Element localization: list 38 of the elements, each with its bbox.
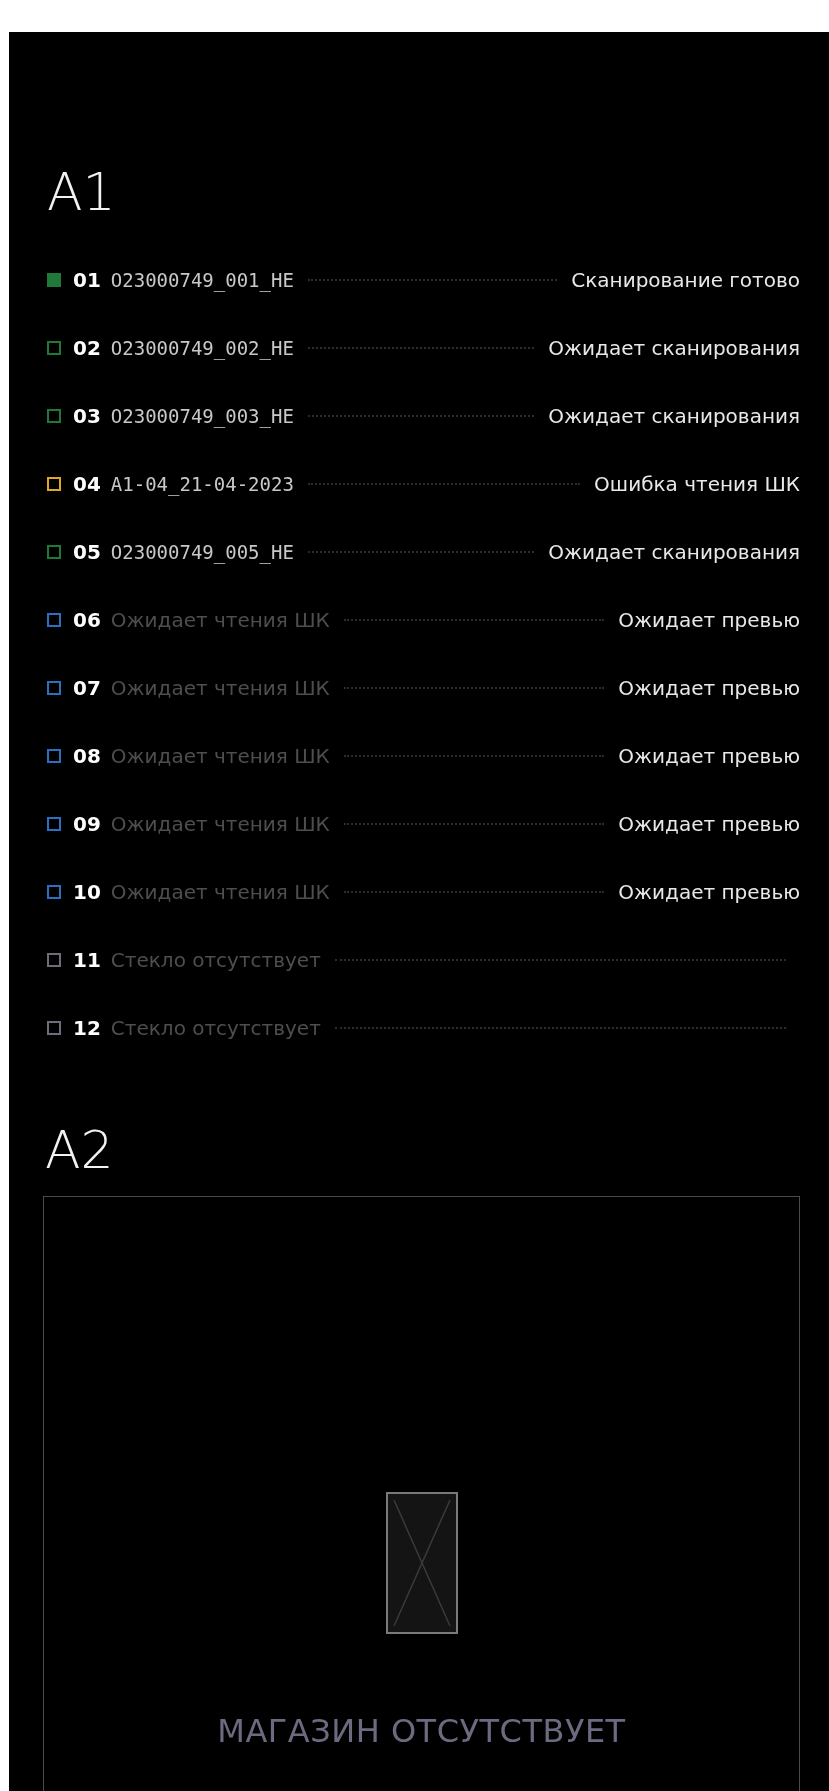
slot-message: Ожидает чтения ШК [110, 812, 330, 836]
section-title: A2 [45, 1124, 115, 1176]
slot-code: A1-04_21-04-2023 [110, 473, 294, 495]
empty-message: МАГАЗИН ОТСУТСТВУЕТ [217, 1712, 626, 1750]
slot-number: 08 [73, 744, 101, 768]
slot-number: 03 [73, 404, 101, 428]
slot-number: 10 [73, 880, 101, 904]
slot-number: 01 [73, 268, 101, 292]
slot-status: Ожидает сканирования [548, 540, 800, 564]
slot-code: O23000749_005_HE [110, 541, 294, 563]
slot-number: 05 [73, 540, 101, 564]
section-title: A1 [47, 161, 117, 218]
slot-code: O23000749_002_HE [110, 337, 294, 359]
slot-status: Ошибка чтения ШК [594, 472, 800, 496]
slot-message: Ожидает чтения ШК [110, 676, 330, 700]
slot-number: 06 [73, 608, 101, 632]
slot-message: Ожидает чтения ШК [110, 608, 330, 632]
slot-status: Ожидает превью [618, 744, 800, 768]
slot-code: O23000749_003_HE [110, 405, 294, 427]
slot-number: 11 [73, 948, 101, 972]
slot-status: Ожидает превью [618, 676, 800, 700]
slot-message: Стекло отсутствует [110, 1016, 321, 1040]
slot-number: 02 [73, 336, 101, 360]
empty-slot-icon [385, 1492, 458, 1634]
slot-status: Ожидает сканирования [548, 404, 800, 428]
slot-status: Сканирование готово [571, 268, 800, 292]
slot-number: 09 [73, 812, 101, 836]
slot-code: O23000749_001_HE [110, 269, 294, 291]
slot-status: Ожидает превью [618, 608, 800, 632]
slot-status: Ожидает превью [618, 880, 800, 904]
slot-number: 07 [73, 676, 101, 700]
slot-number: 04 [73, 472, 101, 496]
slot-status: Ожидает сканирования [548, 336, 800, 360]
slot-message: Ожидает чтения ШК [110, 880, 330, 904]
slot-status: Ожидает превью [618, 812, 800, 836]
slot-number: 12 [73, 1016, 101, 1040]
slot-message: Стекло отсутствует [110, 948, 321, 972]
slot-message: Ожидает чтения ШК [110, 744, 330, 768]
